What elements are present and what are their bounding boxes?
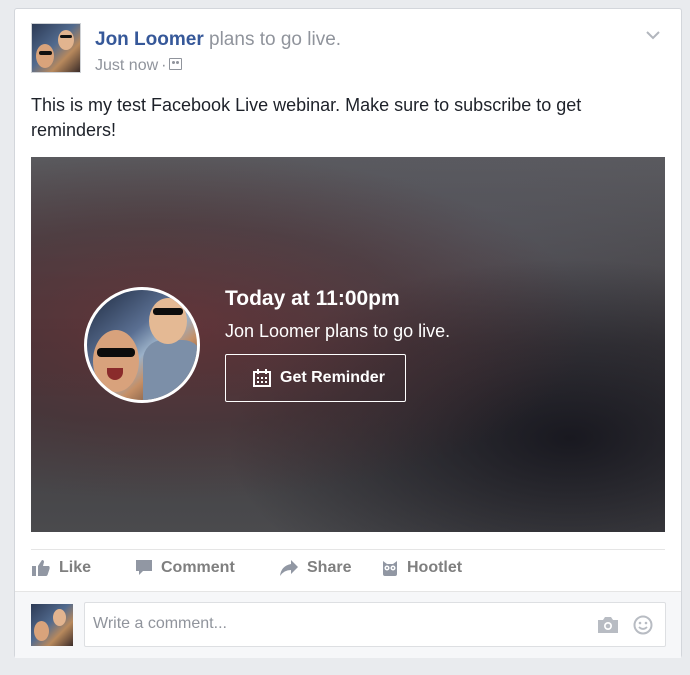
post-body-text: This is my test Facebook Live webinar. M… <box>31 95 582 140</box>
custom-audience-icon[interactable] <box>169 58 183 71</box>
like-label: Like <box>59 559 92 576</box>
calendar-icon <box>253 369 271 387</box>
comment-label: Comment <box>161 559 235 576</box>
author-name-link[interactable]: Jon Loomer <box>95 29 204 50</box>
live-video-preview: Today at 11:00pm Jon Loomer plans to go … <box>31 157 665 532</box>
hootlet-label: Hootlet <box>407 559 463 576</box>
emoji-smile-icon[interactable] <box>633 615 653 635</box>
live-schedule-subtitle: Jon Loomer plans to go live. <box>225 321 451 341</box>
post-options-chevron-icon[interactable] <box>643 27 663 47</box>
speech-bubble-icon <box>136 560 152 575</box>
post-meta: Just now · <box>95 57 183 75</box>
comment-input[interactable]: Write a comment... <box>84 602 666 647</box>
owl-icon <box>383 561 397 576</box>
like-button[interactable]: Like <box>31 559 91 577</box>
share-arrow-icon <box>280 560 298 576</box>
camera-icon[interactable] <box>597 616 619 634</box>
post-card: Jon Loomer plans to go live. Just now · T… <box>14 8 682 658</box>
share-button[interactable]: Share <box>279 559 351 577</box>
post-actions-bar: Like Comment Share Hootlet <box>31 555 665 587</box>
post-timestamp[interactable]: Just now <box>95 57 158 74</box>
live-schedule-title: Today at 11:00pm <box>225 287 400 310</box>
commenter-avatar <box>31 604 73 646</box>
post-title-line: Jon Loomer plans to go live. <box>95 29 341 51</box>
comment-button[interactable]: Comment <box>135 559 235 577</box>
meta-separator: · <box>161 57 167 74</box>
get-reminder-button[interactable]: Get Reminder <box>225 354 406 402</box>
get-reminder-label: Get Reminder <box>280 369 385 386</box>
post-action-text: plans to go live. <box>209 29 342 50</box>
hootlet-button[interactable]: Hootlet <box>381 559 462 577</box>
comment-composer: Write a comment... <box>15 591 681 658</box>
actions-divider <box>31 549 665 550</box>
share-label: Share <box>307 559 352 576</box>
comment-placeholder: Write a comment... <box>93 615 227 632</box>
post-header: Jon Loomer plans to go live. Just now · <box>31 23 665 79</box>
live-profile-photo <box>84 287 200 403</box>
author-avatar[interactable] <box>31 23 81 73</box>
thumbs-up-icon <box>32 560 50 576</box>
